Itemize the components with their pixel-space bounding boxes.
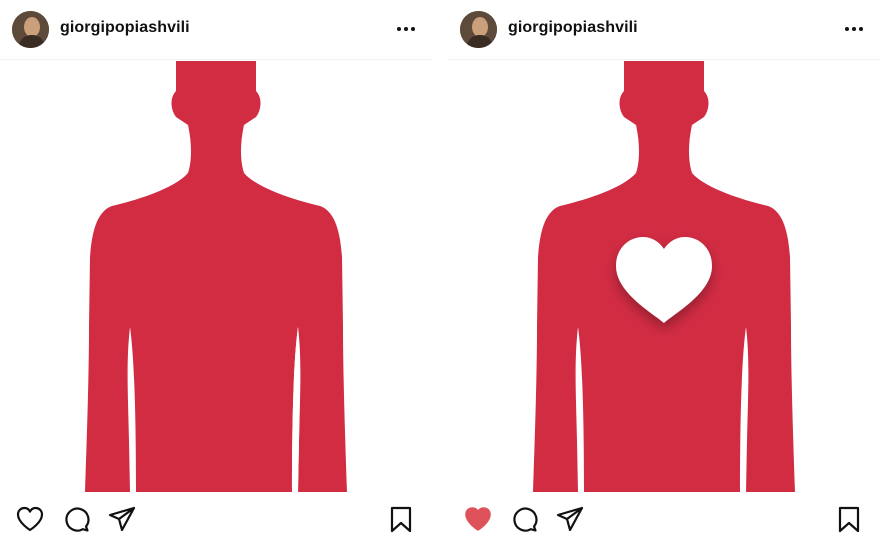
avatar[interactable] <box>12 11 49 48</box>
comment-bubble-icon[interactable] <box>61 504 91 534</box>
bookmark-icon[interactable] <box>386 504 416 534</box>
more-dots-icon[interactable] <box>842 19 866 39</box>
heart-icon[interactable] <box>15 504 45 534</box>
more-dots-icon[interactable] <box>394 19 418 39</box>
paper-plane-icon[interactable] <box>107 504 137 534</box>
post-header: giorgipopiashvili <box>448 0 880 60</box>
avatar[interactable] <box>460 11 497 48</box>
comment-bubble-icon[interactable] <box>509 504 539 534</box>
username[interactable]: giorgipopiashvili <box>508 19 638 37</box>
heart-icon[interactable] <box>463 504 493 534</box>
paper-plane-icon[interactable] <box>555 504 585 534</box>
post-header: giorgipopiashvili <box>0 0 432 60</box>
username[interactable]: giorgipopiashvili <box>60 19 190 37</box>
bookmark-icon[interactable] <box>834 504 864 534</box>
action-bar <box>448 494 880 542</box>
post-image <box>0 61 432 492</box>
action-bar <box>0 494 432 542</box>
post-card: giorgipopiashvili <box>448 0 880 542</box>
body-silhouette <box>85 61 347 492</box>
post-card: giorgipopiashvili <box>0 0 432 542</box>
post-image <box>448 61 880 492</box>
